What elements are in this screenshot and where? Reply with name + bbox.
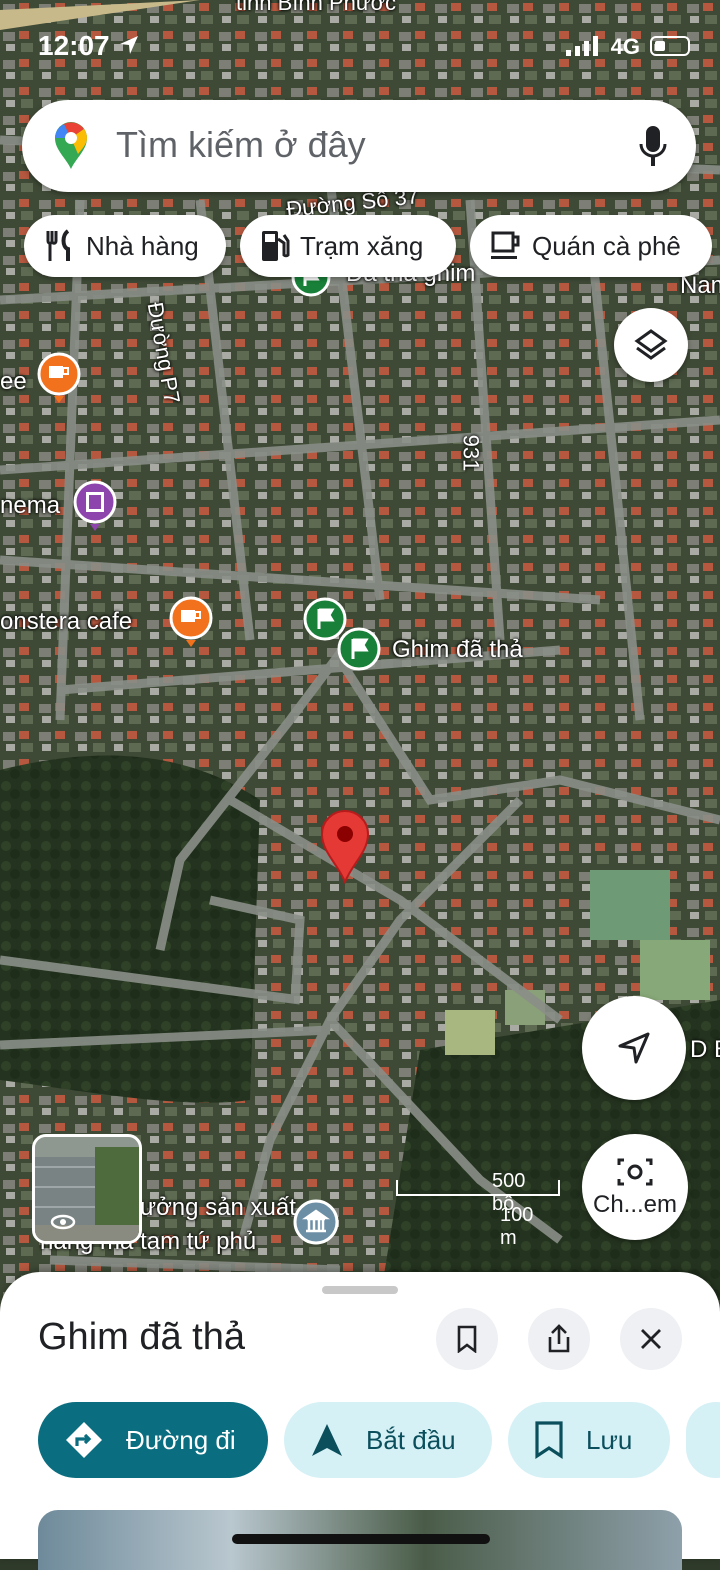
bookmark-icon (457, 1325, 477, 1353)
network-type: 4G (610, 34, 640, 59)
chip-label: Nhà hàng (86, 230, 199, 261)
chip-gas-stations[interactable]: Trạm xăng (240, 215, 456, 277)
save-label: Lưu (586, 1424, 633, 1455)
chip-restaurants[interactable]: Nhà hàng (24, 215, 226, 277)
share-icon (548, 1324, 570, 1353)
coffee-marker-icon[interactable] (36, 352, 82, 404)
maps-logo-icon (55, 122, 87, 169)
location-arrow-icon (120, 36, 138, 54)
map-label-place-line1: ưởng sản xuất (140, 1194, 296, 1221)
start-label: Bắt đầu (366, 1424, 456, 1455)
street-view-thumbnail[interactable] (32, 1134, 142, 1244)
navigation-icon (312, 1424, 342, 1456)
rotate-360-icon (50, 1214, 76, 1230)
more-actions-button[interactable] (686, 1402, 720, 1478)
map-label-cinema: nema (0, 492, 61, 519)
lens-button[interactable]: Ch...em (582, 1134, 688, 1240)
directions-label: Đường đi (126, 1424, 236, 1455)
camera-lens-icon (617, 1158, 653, 1186)
chip-label: Quán cà phê (532, 230, 681, 261)
gas-station-icon (262, 231, 290, 261)
search-bar[interactable]: Tìm kiếm ở đây (22, 100, 696, 192)
layers-icon (634, 329, 668, 360)
home-indicator (232, 1534, 490, 1544)
map-label-edge-b: D Bì (690, 1036, 720, 1063)
lens-label: Ch...em (592, 1191, 678, 1218)
my-location-button[interactable] (582, 996, 686, 1100)
bookmark-icon (535, 1421, 563, 1459)
scale-metric: 100 m (500, 1204, 534, 1249)
close-icon (641, 1329, 661, 1349)
close-button[interactable] (620, 1308, 682, 1370)
map-label-monstera: onstera cafe (0, 608, 133, 635)
restaurant-icon (46, 229, 70, 261)
place-bottom-sheet[interactable]: Ghim đã thả Đường đi Bắt đầu Lưu (0, 1272, 720, 1570)
layers-button[interactable] (614, 308, 688, 382)
map-label-road: 931 (458, 434, 484, 472)
start-button[interactable]: Bắt đầu (284, 1402, 492, 1478)
share-button[interactable] (528, 1308, 590, 1370)
dropped-pin-icon[interactable] (318, 808, 372, 884)
directions-button[interactable]: Đường đi (38, 1402, 268, 1478)
status-time: 12:07 (38, 30, 110, 61)
microphone-icon[interactable] (638, 124, 668, 168)
search-input[interactable]: Tìm kiếm ở đây (116, 124, 366, 166)
map-label-coffee: ee (0, 368, 27, 395)
save-bookmark-button[interactable] (436, 1308, 498, 1370)
battery-icon (650, 36, 690, 56)
chip-label: Trạm xăng (300, 230, 424, 261)
save-button[interactable]: Lưu (508, 1402, 670, 1478)
signal-icon (566, 36, 598, 56)
status-bar: 12:07 4G (0, 26, 720, 66)
chip-coffee[interactable]: Quán cà phê (470, 215, 712, 277)
coffee-marker-icon[interactable] (168, 596, 214, 648)
map-label-region: tỉnh Bình Phước (236, 0, 397, 15)
cinema-marker-icon[interactable] (72, 480, 118, 532)
map-label-dropped-pin: Ghim đã thả (392, 636, 523, 663)
coffee-icon (491, 231, 520, 259)
navigation-arrow-icon (618, 1032, 650, 1064)
directions-icon (66, 1422, 102, 1458)
flag-marker-icon[interactable] (336, 626, 382, 672)
museum-marker-icon[interactable] (292, 1198, 340, 1246)
sheet-drag-handle[interactable] (322, 1286, 398, 1294)
place-title: Ghim đã thả (38, 1316, 245, 1358)
